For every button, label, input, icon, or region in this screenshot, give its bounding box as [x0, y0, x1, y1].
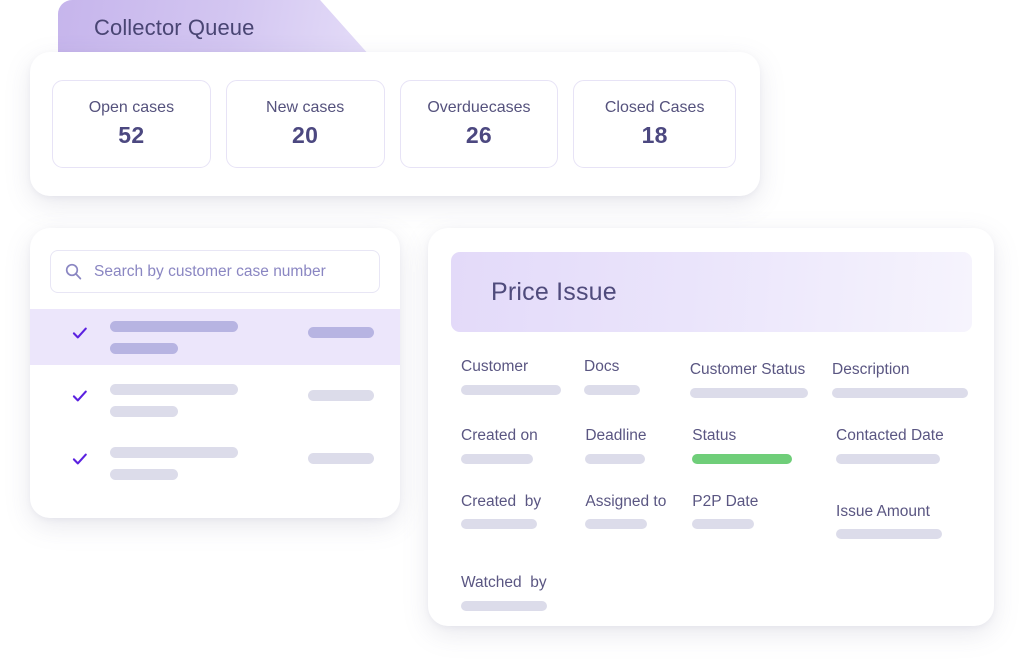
field-row: Watched by — [461, 568, 972, 612]
stat-card-new-cases[interactable]: New cases 20 — [225, 80, 385, 168]
field-created-by-label: Created by — [461, 492, 542, 510]
field-contacted-date-label: Contacted Date — [836, 426, 944, 444]
skeleton-bar-side — [308, 453, 374, 464]
stat-card-overdue-cases[interactable]: Overduecases 26 — [399, 80, 559, 168]
check-icon[interactable] — [72, 390, 88, 403]
field-watched-by-label: Watched by — [461, 574, 547, 592]
field-row: Customer Docs Customer Status Descriptio… — [461, 358, 972, 398]
field-deadline-label: Deadline — [585, 426, 647, 444]
case-list-item[interactable] — [30, 435, 400, 491]
skeleton-bar-primary — [110, 384, 238, 395]
stat-card-closed-cases-value: 18 — [641, 122, 668, 148]
field-customer-status-label: Customer Status — [689, 361, 806, 378]
field-customer[interactable]: Customer — [461, 358, 584, 395]
search-input[interactable] — [92, 261, 365, 282]
case-detail-title: Price Issue — [491, 277, 617, 306]
case-detail-panel: Price Issue Customer Docs Customer Statu… — [428, 228, 994, 626]
field-issue-amount-label: Issue Amount — [836, 502, 930, 520]
field-deadline-value — [585, 453, 646, 464]
check-icon[interactable] — [72, 453, 88, 466]
stat-card-closed-cases-label: Closed Cases — [604, 99, 705, 116]
stat-card-open-cases-value: 52 — [118, 122, 145, 148]
field-created-on-value — [461, 453, 533, 464]
field-description-label: Description — [832, 361, 910, 378]
case-detail-field-grid: Customer Docs Customer Status Descriptio… — [428, 358, 994, 612]
field-row: Created on Deadline Status Contacted Dat… — [461, 427, 972, 464]
skeleton-bar-secondary — [110, 406, 178, 417]
field-created-on[interactable]: Created on — [461, 427, 585, 464]
field-assigned-to-value — [585, 519, 648, 530]
case-list-item[interactable] — [30, 372, 400, 428]
field-contacted-date-value — [836, 453, 941, 464]
case-list-item[interactable] — [30, 309, 400, 365]
field-docs-value — [584, 384, 641, 395]
collector-queue-tab[interactable]: Collector Queue — [58, 0, 370, 56]
field-status-value — [692, 453, 793, 464]
stat-card-closed-cases[interactable]: Closed Cases 18 — [573, 80, 737, 168]
field-customer-status[interactable]: Customer Status — [689, 358, 832, 398]
stat-card-open-cases[interactable]: Open cases 52 — [52, 80, 211, 168]
search-icon — [65, 263, 82, 280]
stat-card-overdue-cases-label: Overduecases — [427, 99, 531, 116]
field-created-on-label: Created on — [461, 426, 538, 444]
stat-card-new-cases-value: 20 — [292, 122, 319, 148]
field-status[interactable]: Status — [692, 427, 836, 464]
field-issue-amount[interactable]: Issue Amount — [836, 493, 972, 540]
field-assigned-to[interactable]: Assigned to — [585, 493, 692, 530]
field-p2p-date-label: P2P Date — [692, 492, 759, 510]
skeleton-bar-side — [308, 327, 374, 338]
field-created-by-value — [461, 519, 537, 530]
field-docs-label: Docs — [584, 358, 620, 375]
stats-card-row: Open cases 52 New cases 20 Overduecases … — [30, 52, 760, 168]
skeleton-bar-secondary — [110, 469, 178, 480]
case-detail-header: Price Issue — [451, 252, 972, 332]
field-watched-by[interactable]: Watched by — [461, 568, 589, 612]
stat-card-new-cases-label: New cases — [266, 99, 345, 116]
field-row: Created by Assigned to P2P Date Issue Am… — [461, 493, 972, 540]
field-description-value — [832, 387, 969, 398]
stat-card-overdue-cases-value: 26 — [465, 122, 492, 148]
field-status-label: Status — [692, 426, 737, 444]
check-icon[interactable] — [72, 327, 88, 340]
field-docs[interactable]: Docs — [584, 358, 690, 395]
field-assigned-to-label: Assigned to — [585, 492, 667, 510]
field-created-by[interactable]: Created by — [461, 493, 585, 530]
field-contacted-date[interactable]: Contacted Date — [836, 427, 972, 464]
field-customer-label: Customer — [461, 358, 529, 375]
field-customer-value — [461, 384, 561, 395]
case-list — [30, 309, 400, 491]
stat-card-open-cases-label: Open cases — [88, 99, 175, 116]
field-p2p-date[interactable]: P2P Date — [692, 493, 836, 530]
field-deadline[interactable]: Deadline — [585, 427, 692, 464]
stats-panel: Open cases 52 New cases 20 Overduecases … — [30, 52, 760, 196]
search-field-wrapper[interactable] — [50, 250, 380, 293]
field-customer-status-value — [689, 387, 808, 398]
skeleton-bar-side — [308, 390, 374, 401]
collector-queue-tab-label: Collector Queue — [94, 15, 255, 40]
case-list-panel — [30, 228, 400, 518]
field-issue-amount-value — [836, 529, 943, 540]
field-watched-by-value — [461, 601, 547, 612]
skeleton-bar-secondary — [110, 343, 178, 354]
field-p2p-date-value — [692, 519, 755, 530]
field-description[interactable]: Description — [832, 358, 972, 398]
skeleton-bar-primary — [110, 321, 238, 332]
skeleton-bar-primary — [110, 447, 238, 458]
